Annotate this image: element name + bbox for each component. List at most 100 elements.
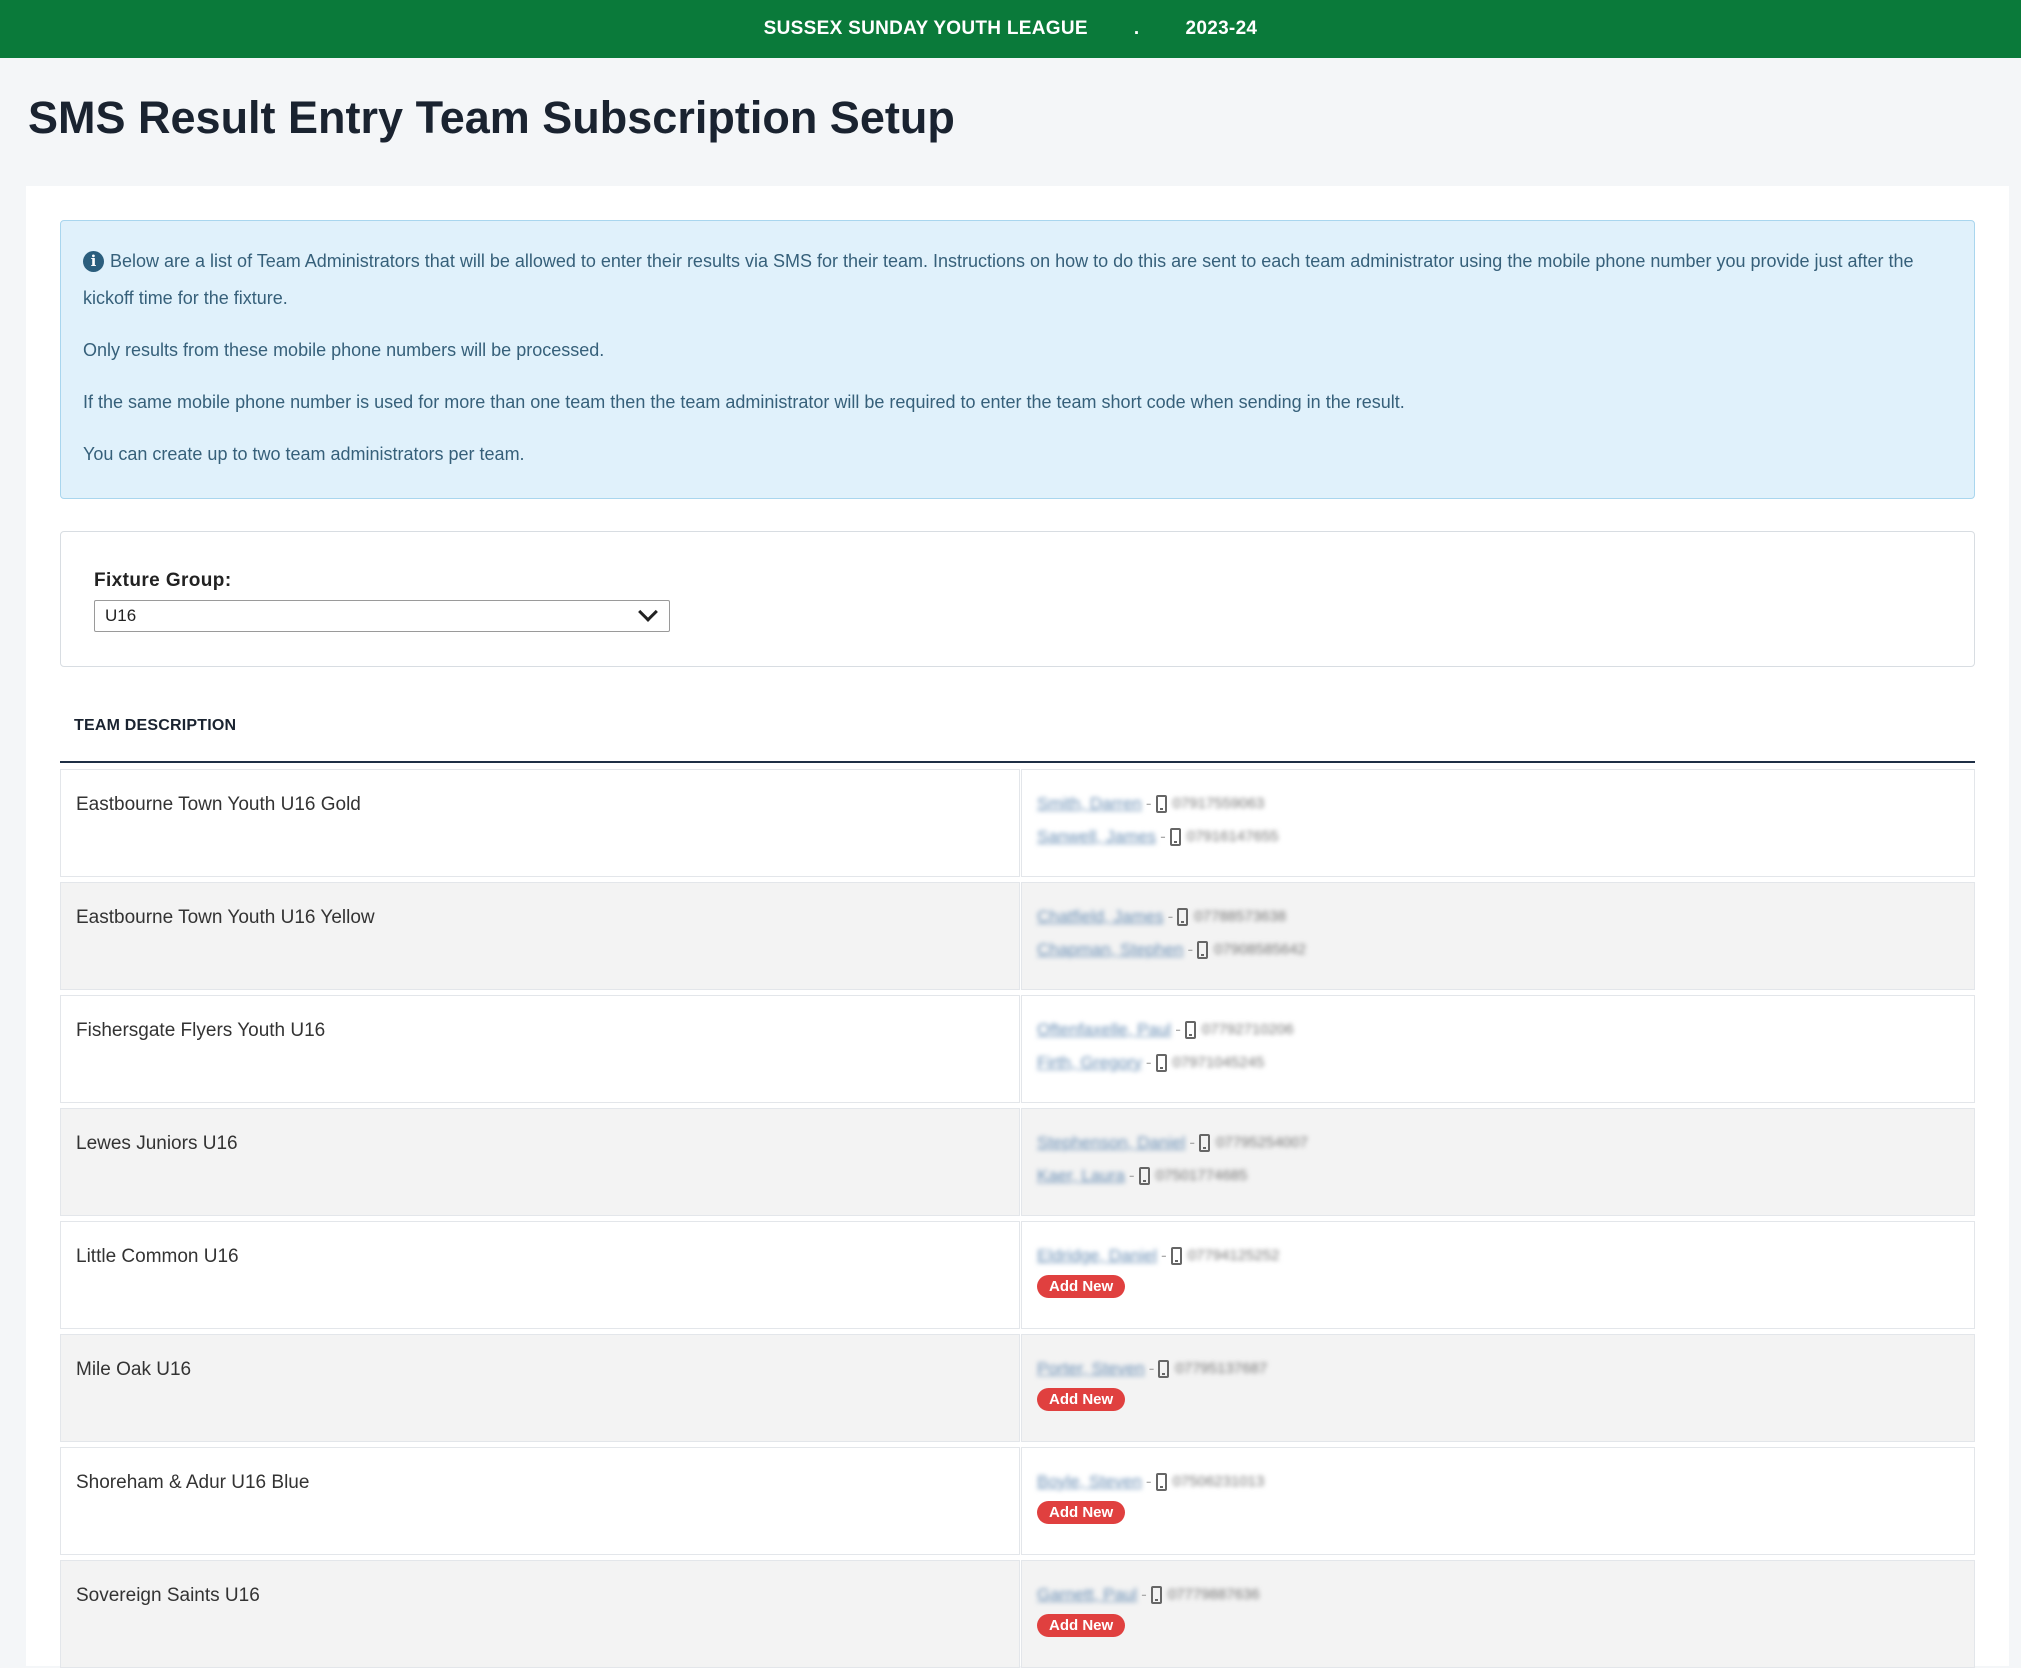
info-paragraph-3: If the same mobile phone number is used … (83, 392, 1405, 412)
administrator-entry: Boyle, Steven - 07506231013 (1037, 1465, 1974, 1498)
table-row: Fishersgate Flyers Youth U16 Oftenfaxelle… (60, 995, 1975, 1103)
page-title: SMS Result Entry Team Subscription Setup (28, 92, 955, 143)
league-name: SUSSEX SUNDAY YOUTH LEAGUE (763, 18, 1088, 39)
administrator-name-link[interactable]: Boyle, Steven (1037, 1472, 1142, 1492)
mobile-phone-icon (1155, 1472, 1167, 1491)
table-row: Eastbourne Town Youth U16 Gold Smith, Dar… (60, 769, 1975, 877)
table-row: Shoreham & Adur U16 Blue Boyle, Steven - 07… (60, 1447, 1975, 1555)
team-administrators-cell: Eldridge, Daniel - 07794125252 Add New (1021, 1221, 1975, 1329)
administrator-entry: Chapman, Stephen - 07908585642 (1037, 933, 1974, 966)
mobile-phone-number: 07908585642 (1214, 941, 1306, 958)
fixture-group-label: Fixture Group: (94, 570, 232, 591)
mobile-phone-number: 07916147655 (1186, 828, 1279, 845)
mobile-phone-icon (1150, 1585, 1162, 1604)
table-row: Lewes Juniors U16 Stephenson, Daniel -0779… (60, 1108, 1975, 1216)
table-row: Mile Oak U16 Porter, Steven - 07795137687 Ad… (60, 1334, 1975, 1442)
mobile-phone-icon (1155, 1053, 1167, 1072)
administrator-name-link[interactable]: Chapman, Stephen (1037, 940, 1184, 960)
mobile-phone-icon (1199, 1133, 1211, 1152)
add-new-button[interactable]: Add New (1037, 1614, 1126, 1637)
table-row: Eastbourne Town Youth U16 Yellow Chatfiel… (60, 882, 1975, 990)
team-description-cell: Shoreham & Adur U16 Blue (60, 1447, 1020, 1555)
separator-dash: - (1175, 1019, 1181, 1039)
administrator-entry: Sanwell, James - 07916147655 (1037, 820, 1974, 853)
mobile-phone-number: 07794125252 (1187, 1247, 1280, 1264)
administrator-name-link[interactable]: Stephenson, Daniel (1037, 1133, 1185, 1153)
team-description-cell: Mile Oak U16 (60, 1334, 1020, 1442)
fixture-group-selected-value: U16 (105, 606, 137, 625)
info-icon: i (83, 251, 104, 272)
team-administrators-cell: Boyle, Steven - 07506231013 Add New (1021, 1447, 1975, 1555)
administrator-name-link[interactable]: Kaer, Laura (1037, 1166, 1125, 1186)
separator-dash: - (1160, 826, 1166, 846)
administrator-name-link[interactable]: Chatfield, James (1037, 907, 1164, 927)
separator-dash: - (1145, 1052, 1152, 1072)
mobile-phone-number: 07506231013 (1172, 1473, 1265, 1490)
administrator-entry: Porter, Steven - 07795137687 (1037, 1352, 1974, 1385)
separator-dash: - (1145, 793, 1152, 813)
separator-dash: - (1148, 1358, 1155, 1378)
team-table: Eastbourne Town Youth U16 Gold Smith, Dar… (60, 769, 1975, 1668)
mobile-phone-icon (1170, 1246, 1182, 1265)
administrator-entry: Firth, Gregory - 07971045245 (1037, 1046, 1974, 1079)
league-header-bar: SUSSEX SUNDAY YOUTH LEAGUE . 2023-24 (0, 0, 2021, 58)
separator-dash: - (1141, 1584, 1147, 1604)
team-description-cell: Eastbourne Town Youth U16 Yellow (60, 882, 1020, 990)
administrator-name-link[interactable]: Smith, Darren (1037, 794, 1142, 814)
mobile-phone-icon (1138, 1166, 1150, 1185)
team-administrators-cell: Smith, Darren -07917559063 Sanwell, James -… (1021, 769, 1975, 877)
separator-dash: - (1128, 1165, 1135, 1185)
team-administrators-cell: Oftenfaxelle, Paul -07792710206 Firth, Gre… (1021, 995, 1975, 1103)
mobile-phone-number: 07501774685 (1155, 1167, 1248, 1184)
info-paragraph-4: You can create up to two team administra… (83, 444, 525, 464)
team-administrators-cell: Porter, Steven - 07795137687 Add New (1021, 1334, 1975, 1442)
mobile-phone-number: 07792710206 (1201, 1021, 1294, 1038)
team-administrators-cell: Stephenson, Daniel -07795254007 Kaer, Laur… (1021, 1108, 1975, 1216)
table-row: Sovereign Saints U16 Garnett, Paul - 077798… (60, 1560, 1975, 1668)
separator-dash: - (1187, 939, 1194, 959)
info-paragraph-1: i Below are a list of Team Administrators… (83, 243, 1952, 317)
season-label: 2023-24 (1185, 18, 1258, 39)
fixture-group-select[interactable]: U16 (94, 600, 670, 632)
administrator-entry: Stephenson, Daniel - 07795254007 (1037, 1126, 1974, 1159)
administrator-name-link[interactable]: Oftenfaxelle, Paul (1037, 1020, 1171, 1040)
mobile-phone-icon (1169, 827, 1181, 846)
team-administrators-cell: Garnett, Paul - 07779887636 Add New (1021, 1560, 1975, 1668)
add-new-button[interactable]: Add New (1037, 1275, 1126, 1298)
administrator-entry: Kaer, Laura - 07501774685 (1037, 1159, 1974, 1192)
team-description-cell: Fishersgate Flyers Youth U16 (60, 995, 1020, 1103)
administrator-name-link[interactable]: Garnett, Paul (1037, 1585, 1137, 1605)
administrator-entry: Chatfield, James - 07788573638 (1037, 900, 1974, 933)
chevron-down-icon (638, 602, 658, 622)
mobile-phone-icon (1155, 794, 1167, 813)
fixture-group-filter: Fixture Group: U16 (60, 531, 1975, 667)
separator-dash: - (1161, 1245, 1167, 1265)
administrator-entry: Smith, Darren - 07917559063 (1037, 787, 1974, 820)
mobile-phone-number: 07795254007 (1216, 1134, 1308, 1151)
team-description-cell: Little Common U16 (60, 1221, 1020, 1329)
mobile-phone-number: 07788573638 (1194, 908, 1287, 925)
separator-dash: - (1167, 906, 1174, 926)
administrator-name-link[interactable]: Firth, Gregory (1037, 1053, 1142, 1073)
add-new-button[interactable]: Add New (1037, 1388, 1126, 1411)
content-panel: i Below are a list of Team Administrators… (26, 186, 2009, 1668)
separator-dash: - (1189, 1132, 1196, 1152)
mobile-phone-icon (1177, 907, 1189, 926)
mobile-phone-icon (1158, 1359, 1170, 1378)
administrator-name-link[interactable]: Sanwell, James (1037, 827, 1156, 847)
table-row: Little Common U16 Eldridge, Daniel - 077941… (60, 1221, 1975, 1329)
separator-dash: - (1145, 1471, 1152, 1491)
info-text-1: Below are a list of Team Administrators … (83, 251, 1914, 308)
header-separator: . (1133, 18, 1140, 39)
administrator-name-link[interactable]: Porter, Steven (1037, 1359, 1145, 1379)
add-new-button[interactable]: Add New (1037, 1501, 1126, 1524)
mobile-phone-number: 07779887636 (1167, 1586, 1260, 1603)
administrator-entry: Garnett, Paul - 07779887636 (1037, 1578, 1974, 1611)
info-alert: i Below are a list of Team Administrators… (60, 220, 1975, 499)
mobile-phone-number: 07795137687 (1175, 1360, 1268, 1377)
team-description-cell: Lewes Juniors U16 (60, 1108, 1020, 1216)
administrator-name-link[interactable]: Eldridge, Daniel (1037, 1246, 1157, 1266)
administrator-entry: Oftenfaxelle, Paul - 07792710206 (1037, 1013, 1974, 1046)
team-description-cell: Eastbourne Town Youth U16 Gold (60, 769, 1020, 877)
info-paragraph-2: Only results from these mobile phone num… (83, 340, 605, 360)
